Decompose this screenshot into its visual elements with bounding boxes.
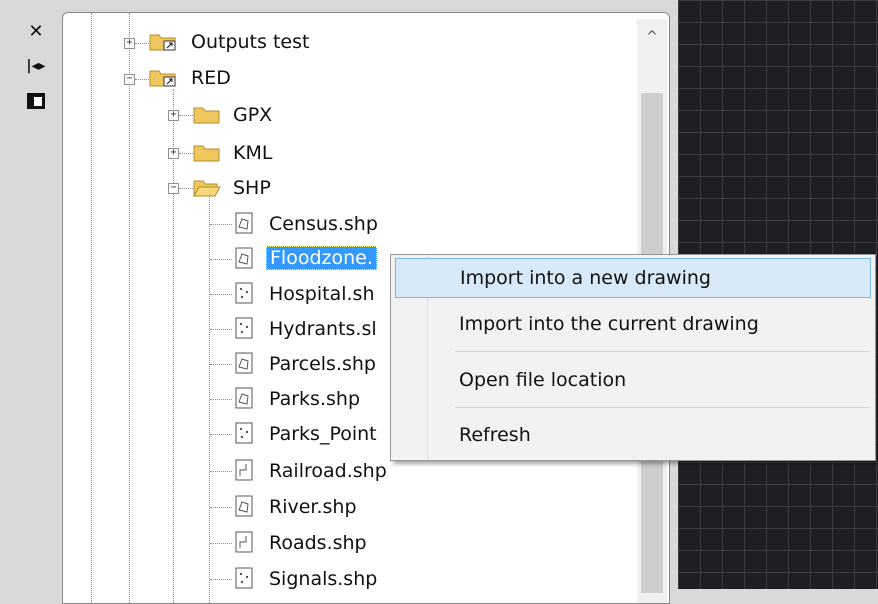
menu-item-import-new-drawing[interactable]: Import into a new drawing bbox=[395, 258, 871, 298]
tree-node-label-selected[interactable]: Floodzone. bbox=[266, 246, 377, 270]
polygon-shapefile-icon bbox=[235, 387, 253, 409]
context-menu: Import into a new drawing Import into th… bbox=[390, 254, 876, 461]
tree-connector bbox=[210, 399, 232, 400]
tree-guide-line bbox=[129, 13, 130, 603]
tree-connector bbox=[179, 188, 193, 189]
tree-node-label[interactable]: Parcels.shp bbox=[269, 353, 376, 375]
tree-guide-line bbox=[91, 13, 92, 603]
folder-icon bbox=[193, 107, 220, 124]
menu-item-label: Open file location bbox=[459, 369, 627, 391]
open-folder-icon bbox=[193, 180, 221, 197]
tree-node-label[interactable]: Railroad.shp bbox=[269, 460, 387, 482]
tree-node-label[interactable]: Parks.shp bbox=[269, 388, 360, 410]
tree-node-label[interactable]: KML bbox=[233, 142, 272, 164]
point-shapefile-icon bbox=[235, 317, 253, 339]
expand-toggle[interactable]: + bbox=[124, 38, 135, 49]
expand-toggle[interactable]: + bbox=[168, 110, 179, 121]
tree-node-label[interactable]: RED bbox=[191, 67, 231, 89]
tree-node-label[interactable]: Hospital.sh bbox=[269, 283, 375, 305]
menu-item-label: Import into the current drawing bbox=[459, 313, 759, 335]
menu-item-refresh[interactable]: Refresh bbox=[395, 416, 869, 454]
palette-sidebar: ✕ |◂▸ bbox=[0, 0, 62, 589]
tree-guide-line bbox=[173, 89, 174, 603]
menu-item-label: Refresh bbox=[459, 424, 531, 446]
dock-arrows-icon[interactable]: |◂▸ bbox=[26, 56, 46, 76]
tree-node-label[interactable]: Roads.shp bbox=[269, 532, 367, 554]
menu-separator bbox=[455, 351, 869, 352]
menu-item-label: Import into a new drawing bbox=[460, 267, 711, 289]
polygon-shapefile-icon bbox=[235, 352, 253, 374]
expand-toggle[interactable]: + bbox=[168, 148, 179, 159]
tree-connector bbox=[179, 115, 193, 116]
tree-node-label[interactable]: Census.shp bbox=[269, 213, 378, 235]
tree-connector bbox=[210, 259, 232, 260]
tree-node-label[interactable]: Parks_Point bbox=[269, 423, 377, 445]
tree-connector bbox=[210, 434, 232, 435]
collapse-toggle[interactable]: − bbox=[168, 183, 179, 194]
tree-node-label[interactable]: Outputs test bbox=[191, 31, 309, 53]
tree-connector bbox=[210, 224, 232, 225]
tree-connector bbox=[135, 79, 149, 80]
polygon-shapefile-icon bbox=[235, 212, 253, 234]
tree-connector bbox=[210, 471, 232, 472]
menu-item-open-file-location[interactable]: Open file location bbox=[395, 361, 869, 399]
close-icon[interactable]: ✕ bbox=[26, 22, 46, 42]
tree-connector bbox=[210, 329, 232, 330]
folder-icon bbox=[193, 145, 220, 162]
tree-connector bbox=[210, 294, 232, 295]
tree-node-label[interactable]: Hydrants.sl bbox=[269, 318, 377, 340]
scroll-up-arrow[interactable]: ^ bbox=[637, 29, 667, 53]
tree-node-label[interactable]: SHP bbox=[233, 177, 271, 199]
point-shapefile-icon bbox=[235, 567, 253, 589]
tree-connector bbox=[179, 153, 193, 154]
tree-connector bbox=[135, 43, 149, 44]
menu-separator bbox=[455, 407, 869, 408]
linked-folder-icon bbox=[149, 34, 176, 51]
polygon-shapefile-icon bbox=[235, 495, 253, 517]
panel-icon[interactable] bbox=[26, 92, 46, 112]
line-shapefile-icon bbox=[235, 531, 253, 553]
tree-connector bbox=[210, 364, 232, 365]
tree-connector bbox=[210, 579, 232, 580]
linked-folder-icon bbox=[149, 70, 176, 87]
collapse-toggle[interactable]: − bbox=[124, 74, 135, 85]
menu-item-import-current-drawing[interactable]: Import into the current drawing bbox=[395, 305, 869, 343]
tree-node-label[interactable]: River.shp bbox=[269, 496, 357, 518]
tree-connector bbox=[210, 507, 232, 508]
tree-connector bbox=[210, 543, 232, 544]
tree-node-label[interactable]: GPX bbox=[233, 104, 272, 126]
point-shapefile-icon bbox=[235, 422, 253, 444]
tree-node-label[interactable]: Signals.shp bbox=[269, 568, 377, 590]
point-shapefile-icon bbox=[235, 282, 253, 304]
polygon-shapefile-icon bbox=[235, 247, 253, 269]
line-shapefile-icon bbox=[235, 459, 253, 481]
